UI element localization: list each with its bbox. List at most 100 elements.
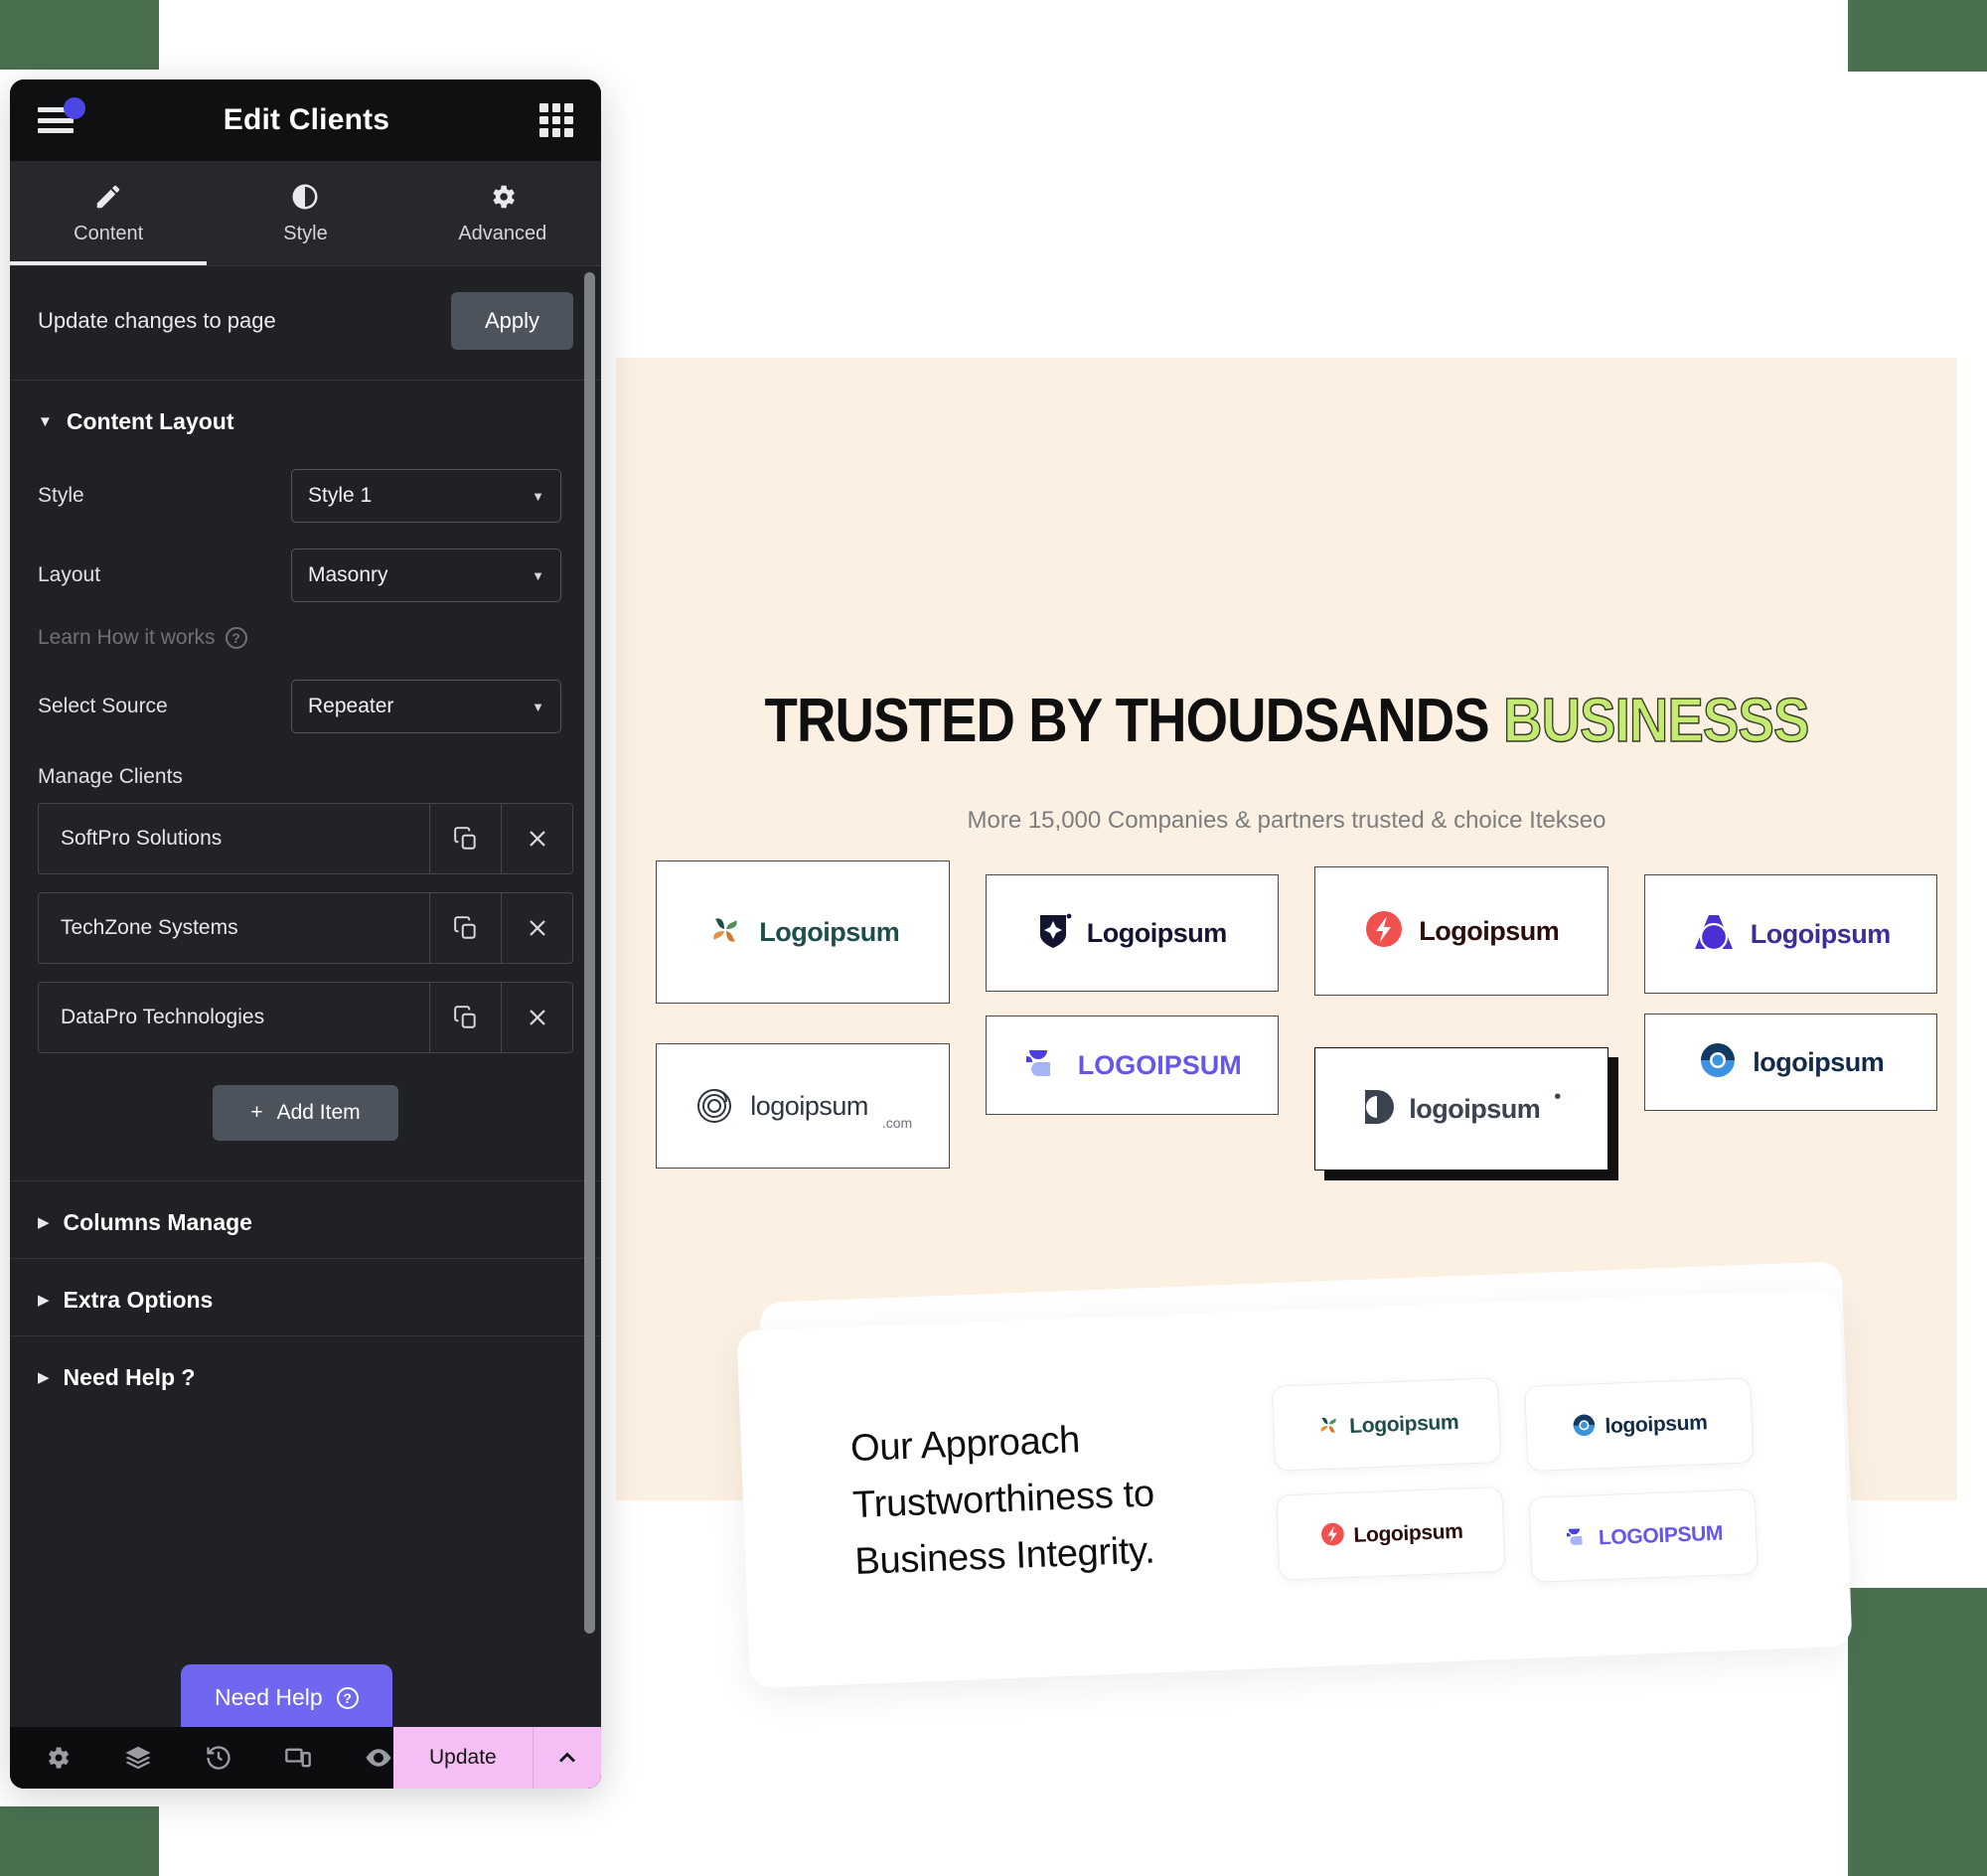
logo-text: Logoipsum [1419,915,1560,946]
decor-block-top-right [1848,0,1987,72]
add-item-label: Add Item [276,1101,361,1124]
add-item-row: + Add Item [10,1071,601,1180]
logo-card[interactable]: Logoipsum [1276,1485,1506,1581]
update-button[interactable]: Update [393,1727,533,1789]
layout-dropdown-value: Masonry [308,563,388,586]
logo-card[interactable]: Logoipsum [1643,874,1937,994]
logo-text: LOGOIPSUM [1598,1520,1724,1549]
chevron-down-icon: ▼ [532,567,544,583]
eye-icon[interactable] [364,1743,393,1773]
layout-dropdown[interactable]: Masonry ▼ [291,548,561,602]
logo-grid: Logoipsum Logoipsum Logoipsum Logoipsum … [656,860,1937,1171]
logo-text: Logoipsum [1348,1409,1459,1438]
tab-advanced-label: Advanced [458,223,547,244]
decor-block-bottom-left [0,1806,159,1876]
logo-card[interactable]: LOGOIPSUM [1528,1488,1758,1583]
list-item[interactable]: SoftPro Solutions [38,803,573,874]
select-source-value: Repeater [308,695,394,717]
remove-icon[interactable] [501,804,572,873]
section-columns-manage-title: Columns Manage [63,1209,252,1235]
panel-footer: Update [10,1727,601,1789]
section-extra-options-title: Extra Options [63,1287,214,1313]
bird-logo-icon [1564,1523,1592,1553]
section-columns-manage[interactable]: ▶ Columns Manage [10,1180,601,1258]
logo-card[interactable]: LOGOIPSUM [985,1016,1279,1115]
logo-card[interactable]: Logoipsum [656,860,950,1004]
repeater-item-name[interactable]: TechZone Systems [39,893,429,963]
field-style-label: Style [38,484,84,507]
logo-text: Logoipsum [1086,917,1227,948]
logo-text: Logoipsum [759,916,900,947]
bolt-circle-logo-icon [1363,908,1405,955]
preview-heading: TRUSTED BY THOUDSANDS BUSINESSS [696,686,1877,756]
style-dropdown[interactable]: Style 1 ▼ [291,469,561,523]
spiral-logo-icon [692,1082,736,1131]
tab-style[interactable]: Style [207,161,403,265]
logo-card[interactable]: Logoipsum [985,874,1279,992]
section-need-help[interactable]: ▶ Need Help ? [10,1335,601,1413]
section-content-layout[interactable]: ▼ Content Layout [10,381,601,457]
list-item[interactable]: DataPro Technologies [38,982,573,1053]
field-layout: Layout Masonry ▼ [10,537,601,616]
repeater-item-name[interactable]: SoftPro Solutions [39,804,429,873]
logo-card[interactable]: Logoipsum [1272,1377,1502,1472]
apply-button[interactable]: Apply [450,292,573,350]
decor-block-bottom-right [1848,1588,1987,1876]
eye-circle-logo-icon [1697,1039,1739,1086]
eye-circle-logo-icon [1571,1411,1599,1442]
chevron-down-icon: ▼ [532,699,544,714]
section-extra-options[interactable]: ▶ Extra Options [10,1258,601,1335]
responsive-icon[interactable] [284,1744,312,1772]
grid-icon[interactable] [539,103,573,137]
logo-text: LOGOIPSUM [1077,1049,1242,1080]
section-content-layout-title: Content Layout [66,408,234,434]
field-style: Style Style 1 ▼ [10,457,601,537]
remove-icon[interactable] [501,893,572,963]
style-dropdown-value: Style 1 [308,484,373,507]
help-circle-icon: ? [225,627,247,649]
gear-icon[interactable] [44,1744,72,1772]
chevron-right-icon: ▶ [38,1369,50,1386]
tab-content[interactable]: Content [10,161,208,265]
mini-logo-grid: Logoipsum logoipsum Logoipsum LOGOIPSUM [1272,1367,1758,1592]
need-help-button[interactable]: Need Help ? [181,1664,392,1731]
learn-how-it-works-link[interactable]: Learn How it works [38,626,216,650]
arch-logo-icon [1691,911,1737,958]
layers-icon[interactable] [123,1743,153,1773]
chevron-up-icon[interactable] [532,1727,601,1789]
history-icon[interactable] [205,1744,232,1772]
tab-advanced[interactable]: Advanced [404,161,601,265]
panel-body: Update changes to page Apply ▼ Content L… [10,266,601,1789]
help-circle-icon: ? [336,1686,359,1709]
logo-suffix: .com [881,1114,913,1131]
list-item[interactable]: TechZone Systems [38,892,573,964]
logo-card[interactable]: logoipsum .com [656,1043,950,1169]
duplicate-icon[interactable] [429,804,501,873]
tab-style-label: Style [283,223,328,244]
footer-icon-group [10,1743,393,1773]
duplicate-icon[interactable] [429,983,501,1052]
logo-card[interactable]: logoipsum • [1314,1047,1608,1171]
manage-clients-label: Manage Clients [38,765,183,788]
apply-row-label: Update changes to page [38,308,276,333]
notification-dot [64,97,85,119]
shield-star-logo-icon [1037,911,1073,956]
repeater-item-name[interactable]: DataPro Technologies [39,983,429,1052]
field-select-source-label: Select Source [38,695,168,717]
remove-icon[interactable] [501,983,572,1052]
add-item-button[interactable]: + Add Item [213,1085,398,1141]
learn-how-it-works-row[interactable]: Learn How it works ? [10,616,601,668]
select-source-dropdown[interactable]: Repeater ▼ [291,680,561,733]
duplicate-icon[interactable] [429,893,501,963]
gear-icon [404,179,601,215]
logo-card[interactable]: Logoipsum [1314,866,1608,996]
logo-text: Logoipsum [1352,1518,1463,1547]
panel-titlebar: Edit Clients [10,79,601,161]
page-title: Edit Clients [223,103,390,136]
logo-card[interactable]: logoipsum [1524,1377,1755,1472]
pencil-icon [10,179,207,215]
logo-card[interactable]: logoipsum [1643,1014,1937,1111]
panel-scrollbar[interactable] [584,272,595,1634]
logo-text: logoipsum [750,1090,868,1121]
pinwheel-logo-icon [705,910,745,955]
